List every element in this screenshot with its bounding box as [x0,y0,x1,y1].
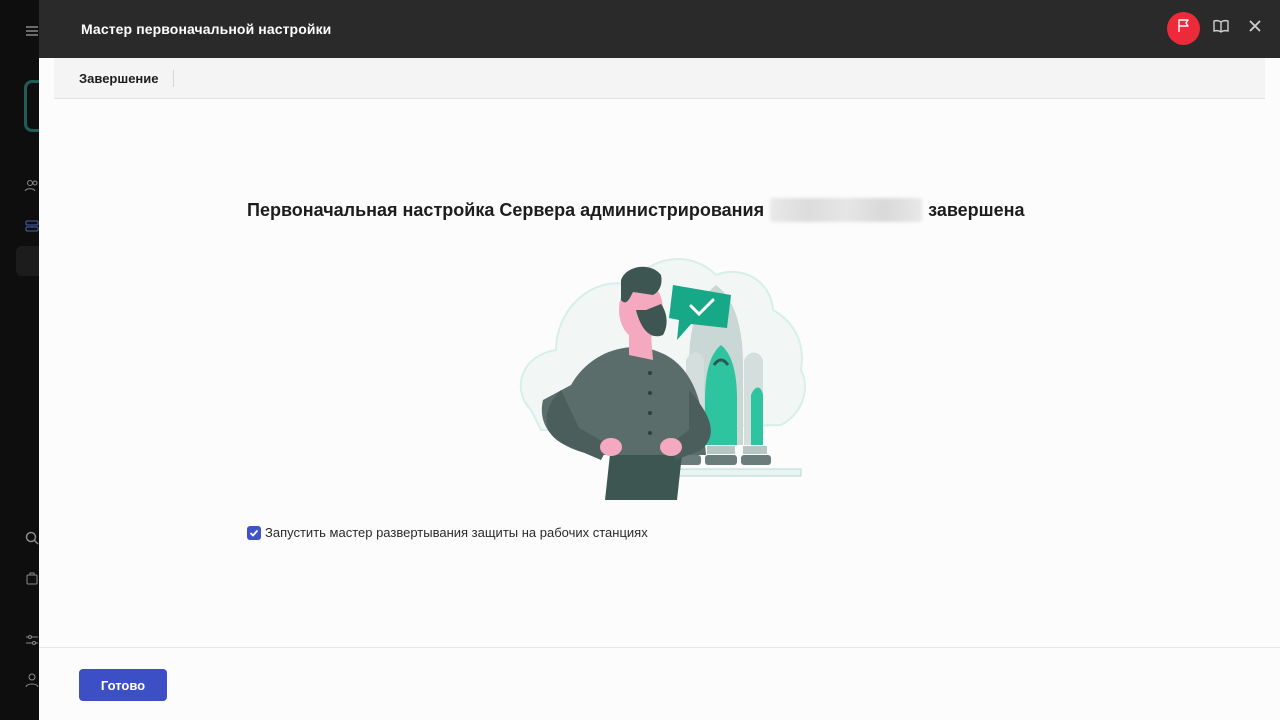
help-book-button[interactable] [1208,16,1234,42]
dialog-footer: Готово [39,647,1280,720]
check-icon [249,529,259,537]
users-icon [24,178,40,194]
search-icon [24,530,40,546]
flag-button[interactable] [1167,12,1200,45]
rocket-launch-illustration [519,258,806,500]
servers-icon [24,218,40,234]
redacted-server-name [770,198,923,222]
close-icon [1248,19,1262,38]
deploy-wizard-checkbox-row[interactable]: Запустить мастер развертывания защиты на… [247,525,648,540]
dialog-title: Мастер первоначальной настройки [81,21,332,37]
done-button[interactable]: Готово [79,669,167,701]
step-completion: Завершение [54,69,174,87]
heading-text-end: завершена [928,199,1025,220]
background-sidebar [0,0,54,720]
titlebar-actions [1167,12,1268,45]
deploy-wizard-checkbox[interactable] [247,525,261,540]
user-icon [24,672,40,688]
completion-heading: Первоначальная настройка Сервера админис… [247,198,1025,222]
close-button[interactable] [1242,16,1268,42]
flag-icon [1176,18,1192,39]
deploy-wizard-checkbox-label[interactable]: Запустить мастер развертывания защиты на… [265,525,648,540]
heading-text-start: Первоначальная настройка Сервера админис… [247,199,765,220]
sliders-icon [24,632,40,648]
wizard-step-bar: Завершение [54,58,1265,99]
dialog-titlebar: Мастер первоначальной настройки [39,0,1280,58]
book-icon [1212,18,1230,39]
menu-icon [24,23,40,39]
wizard-content: Первоначальная настройка Сервера админис… [39,99,1280,647]
setup-wizard-dialog: Мастер первоначальной настройки Завершен… [39,0,1280,720]
bag-icon [24,570,40,586]
